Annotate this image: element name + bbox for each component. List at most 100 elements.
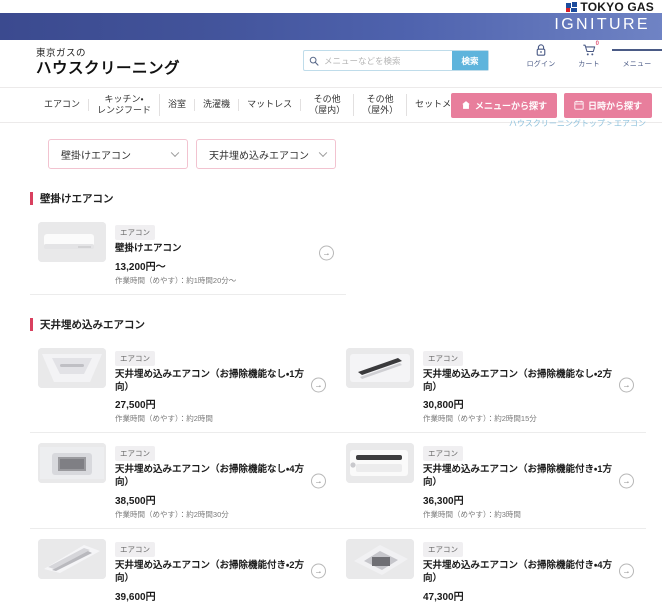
product-card[interactable]: エアコン 壁掛けエアコン 13,200円〜 作業時間（めやす）：約1時間20分〜 → xyxy=(30,212,346,295)
product-name: 天井埋め込みエアコン（お掃除機能付き・4方向） xyxy=(423,560,613,584)
category-list: エアコン キッチン・ レンジフード 浴室 洗濯機 マットレス その他 （屋内） その他 （屋… xyxy=(36,93,486,117)
product-info: エアコン天井埋め込みエアコン（お掃除機能なし・2方向） 30,800円作業時間（め… xyxy=(423,348,642,425)
search-bar[interactable]: 検索 xyxy=(303,50,489,71)
lock-icon xyxy=(535,42,547,58)
section-header: 壁掛けエアコン xyxy=(30,191,662,206)
category-nav: エアコン キッチン・ レンジフード 浴室 洗濯機 マットレス その他 （屋内） その他 （屋… xyxy=(0,87,662,127)
chevron-down-icon xyxy=(318,148,328,158)
product-category-tag: エアコン xyxy=(423,446,463,462)
arrow-right-icon[interactable]: → xyxy=(619,563,634,579)
product-info: エアコン 天井埋め込みエアコン（お掃除機能なし・4方向） 38,500円 作業時間（め… xyxy=(115,443,334,520)
cart-label: カート xyxy=(578,61,600,68)
arrow-right-icon[interactable]: → xyxy=(311,377,326,393)
calendar-icon xyxy=(574,100,584,112)
header-actions: ログイン 0 カート メニュー xyxy=(524,41,662,69)
site-title: ハウスクリーニング xyxy=(36,60,181,78)
product-name: 壁掛けエアコン xyxy=(115,243,182,254)
product-card[interactable]: エアコン天井埋め込みエアコン（お掃除機能なし・2方向） 30,800円作業時間（め… xyxy=(338,338,646,434)
hamburger-icon xyxy=(611,42,662,58)
product-category-tag: エアコン xyxy=(115,350,155,366)
product-name: 天井埋め込みエアコン（お掃除機能付き・1方向） xyxy=(423,464,613,489)
chevron-down-icon xyxy=(170,148,180,158)
cart-button[interactable]: 0 カート xyxy=(572,41,606,69)
filter-select-ceiling-aircon[interactable]: 天井埋め込みエアコン xyxy=(196,139,336,169)
product-category-tag: エアコン xyxy=(115,542,155,558)
product-info: エアコン天井埋め込みエアコン（お掃除機能付き・2方向） 39,600円 xyxy=(115,539,334,605)
category-item-label: 洗濯機 xyxy=(203,99,231,110)
product-grid: エアコン 壁掛けエアコン 13,200円〜 作業時間（めやす）：約1時間20分〜 → xyxy=(30,212,662,295)
cart-badge: 0 xyxy=(595,41,599,47)
nav-search-buttons: メニューから探す 日時から探す xyxy=(450,93,652,118)
product-card[interactable]: エアコン 天井埋め込みエアコン（お掃除機能付き・4方向） 47,300円 → xyxy=(338,529,646,613)
product-duration: 作業時間（めやす）：約3時間 xyxy=(423,510,521,520)
category-item-label: その他 （屋外） xyxy=(362,93,399,115)
product-category-tag: エアコン xyxy=(115,225,155,240)
category-item-label: キッチン・ レンジフード xyxy=(97,93,152,115)
product-price: 39,600円 xyxy=(115,591,156,603)
site-title-block[interactable]: 東京ガスの ハウスクリーニング xyxy=(36,48,181,78)
search-by-date-button[interactable]: 日時から探す xyxy=(563,93,652,118)
category-item-2[interactable]: 浴室 xyxy=(160,99,196,111)
site-subtitle: 東京ガスの xyxy=(36,48,87,60)
menu-label: メニュー xyxy=(622,61,652,68)
product-thumbnail xyxy=(346,347,414,388)
product-thumbnail xyxy=(38,443,106,484)
product-card[interactable]: エアコン 天井埋め込みエアコン（お掃除機能なし・1方向） 27,500円 作業時間（め… xyxy=(30,338,338,434)
arrow-right-icon[interactable]: → xyxy=(311,563,326,579)
menu-button[interactable]: メニュー xyxy=(611,42,662,69)
tokyo-gas-logo-text: TOKYO GAS xyxy=(580,0,654,14)
product-section: 天井埋め込みエアコン エアコン 天井埋め込みエアコン（お掃除機能なし・1方向） 27,… xyxy=(0,317,662,613)
section-header: 天井埋め込みエアコン xyxy=(30,317,662,332)
category-item-6[interactable]: その他 （屋外） xyxy=(354,93,408,117)
arrow-right-icon[interactable]: → xyxy=(619,377,634,393)
product-thumbnail xyxy=(346,443,414,484)
product-duration: 作業時間（めやす）：約2時間15分 xyxy=(423,414,537,424)
product-category-tag: エアコン xyxy=(115,446,155,462)
product-category-tag: エアコン xyxy=(423,542,463,558)
section-title: 天井埋め込みエアコン xyxy=(40,318,145,331)
section-accent-bar xyxy=(30,192,33,205)
section-accent-bar xyxy=(30,317,33,331)
login-button[interactable]: ログイン xyxy=(524,42,558,69)
product-thumbnail xyxy=(38,222,106,262)
product-price: 13,200円〜 xyxy=(115,261,166,273)
tokyo-gas-logo: TOKYO GAS xyxy=(566,0,654,14)
category-item-1[interactable]: キッチン・ レンジフード xyxy=(89,93,161,117)
search-by-menu-label: メニューから探す xyxy=(474,101,547,111)
product-card[interactable]: エアコン天井埋め込みエアコン（お掃除機能付き・2方向） 39,600円 → xyxy=(30,529,338,613)
product-name: 天井埋め込みエアコン（お掃除機能付き・2方向） xyxy=(115,560,305,584)
category-item-4[interactable]: マットレス xyxy=(239,99,302,111)
category-item-label: マットレス xyxy=(247,99,293,110)
login-label: ログイン xyxy=(526,61,556,68)
arrow-right-icon[interactable]: → xyxy=(311,473,326,489)
product-info: エアコン 天井埋め込みエアコン（お掃除機能付き・4方向） 47,300円 xyxy=(423,539,642,605)
arrow-right-icon[interactable]: → xyxy=(619,473,634,489)
product-sections: 壁掛けエアコン エアコン 壁掛けエアコン 13,200円〜 作業時間（めやす）：約1時間… xyxy=(0,191,662,613)
product-grid: エアコン 天井埋め込みエアコン（お掃除機能なし・1方向） 27,500円 作業時間（め… xyxy=(30,338,662,613)
search-by-date-label: 日時から探す xyxy=(587,101,642,111)
filter-row: 壁掛けエアコン 天井埋め込みエアコン xyxy=(0,123,662,169)
product-name: 天井埋め込みエアコン（お掃除機能なし・1方向） xyxy=(115,368,305,393)
corporate-strip: TOKYO GAS xyxy=(0,0,662,14)
search-by-menu-button[interactable]: メニューから探す xyxy=(450,93,557,118)
category-item-5[interactable]: その他 （屋内） xyxy=(301,93,355,117)
filter-select-ceiling-aircon-value: 天井埋め込みエアコン xyxy=(209,150,309,162)
search-button[interactable]: 検索 xyxy=(452,51,488,70)
search-input[interactable] xyxy=(324,55,452,66)
arrow-right-icon[interactable]: → xyxy=(319,245,334,261)
product-price: 27,500円 xyxy=(115,400,156,412)
product-price: 38,500円 xyxy=(115,496,156,508)
category-item-label: エアコン xyxy=(44,99,81,110)
product-thumbnail xyxy=(38,539,106,580)
category-item-3[interactable]: 洗濯機 xyxy=(195,99,240,111)
product-price: 30,800円 xyxy=(423,400,464,412)
category-item-0[interactable]: エアコン xyxy=(36,99,90,111)
breadcrumb[interactable]: ハウスクリーニングトップ > エアコン xyxy=(509,118,646,127)
filter-select-wall-aircon[interactable]: 壁掛けエアコン xyxy=(48,139,188,169)
product-category-tag: エアコン xyxy=(423,350,463,366)
product-name: 天井埋め込みエアコン（お掃除機能なし・2方向） xyxy=(423,368,613,393)
product-card[interactable]: エアコン 天井埋め込みエアコン（お掃除機能付き・1方向） 36,300円 作業時間（め… xyxy=(338,433,646,530)
product-card[interactable]: エアコン 天井埋め込みエアコン（お掃除機能なし・4方向） 38,500円 作業時間（め… xyxy=(30,433,338,530)
product-thumbnail xyxy=(38,347,106,388)
search-icon xyxy=(304,56,324,66)
